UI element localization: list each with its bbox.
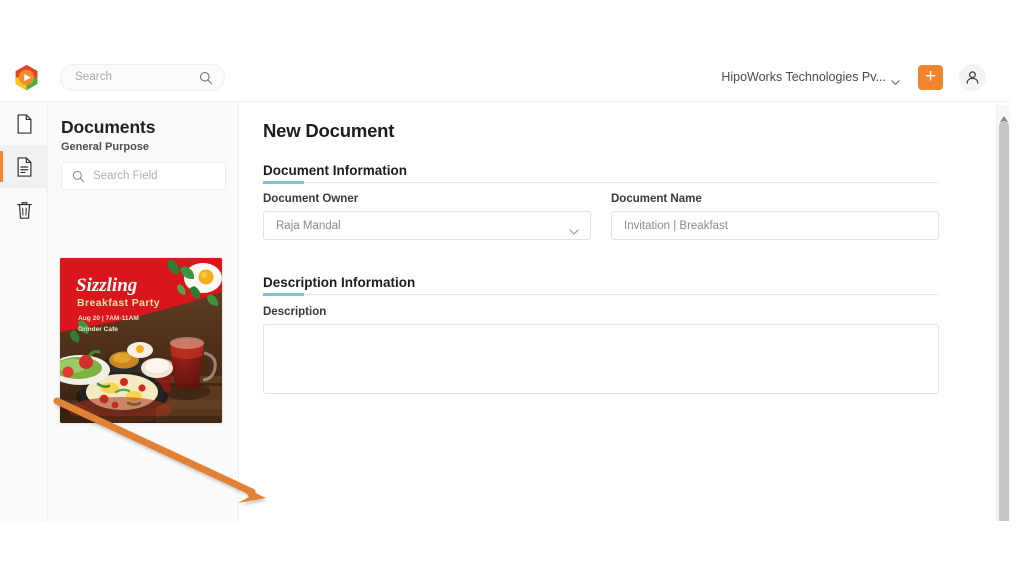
label-document-name: Document Name (611, 193, 702, 205)
trash-icon (15, 200, 34, 220)
icon-rail (0, 102, 48, 521)
search-icon (72, 170, 85, 183)
search-icon (199, 71, 213, 85)
application-window: Search HipoWorks Technologies Pv... + Do… (0, 55, 1010, 521)
document-owner-value: Raja Mandal (276, 220, 341, 232)
vertical-scrollbar[interactable] (996, 105, 1010, 521)
global-search-input[interactable]: Search (60, 64, 225, 91)
section-divider (263, 293, 939, 296)
search-input[interactable]: Search Field (61, 162, 226, 190)
add-button[interactable]: + (918, 65, 943, 90)
rail-item-general-purpose[interactable] (0, 145, 48, 188)
document-name-value: Invitation | Breakfast (624, 220, 728, 232)
section-heading-document-information: Document Information (263, 163, 407, 178)
thumb-headline: Sizzling (76, 275, 137, 296)
section-divider (263, 181, 939, 184)
document-lines-icon (15, 157, 34, 177)
avatar[interactable] (959, 64, 986, 91)
document-blank-icon (15, 114, 34, 134)
scroll-up-button[interactable] (997, 105, 1010, 122)
document-name-input[interactable]: Invitation | Breakfast (611, 211, 939, 240)
panel-subtitle: General Purpose (61, 141, 150, 153)
hexagon-play-logo[interactable] (12, 63, 41, 92)
global-search-placeholder: Search (75, 71, 113, 83)
thumb-datetime: Aug 20 | 7AM-11AM (78, 315, 139, 322)
document-thumbnail[interactable]: Sizzling Breakfast Party Aug 20 | 7AM-11… (59, 257, 223, 424)
search-placeholder: Search Field (93, 170, 158, 182)
section-heading-description-information: Description Information (263, 275, 416, 290)
plus-icon: + (924, 66, 937, 87)
description-textarea[interactable] (263, 324, 939, 394)
rail-item-trash[interactable] (0, 188, 48, 231)
thumb-subhead: Breakfast Party (77, 297, 160, 309)
organization-name[interactable]: HipoWorks Technologies Pv... (721, 70, 886, 84)
chevron-down-icon (569, 223, 579, 235)
document-owner-select[interactable]: Raja Mandal (263, 211, 591, 240)
panel-title: Documents (61, 117, 156, 137)
scrollbar-thumb[interactable] (999, 121, 1009, 521)
top-bar: Search HipoWorks Technologies Pv... + (0, 55, 1010, 102)
thumb-venue: Grinder Cafe (78, 326, 118, 333)
rail-item-documents[interactable] (0, 102, 48, 145)
main-content: New Document Document Information Docume… (239, 102, 1010, 521)
chevron-down-icon[interactable] (891, 74, 900, 85)
label-document-owner: Document Owner (263, 193, 359, 205)
documents-panel: Documents General Purpose Search Field S… (48, 102, 239, 521)
page-title: New Document (263, 120, 395, 141)
label-description: Description (263, 306, 327, 318)
